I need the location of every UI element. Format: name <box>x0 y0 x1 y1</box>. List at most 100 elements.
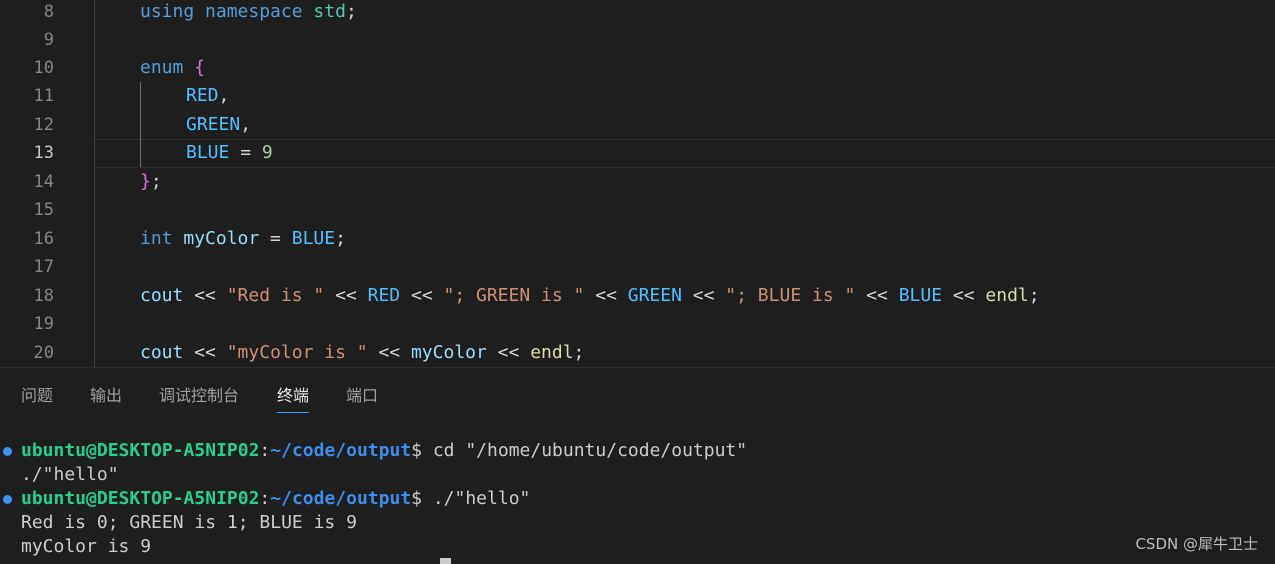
tab-output[interactable]: 输出 <box>90 386 122 406</box>
prompt-separator: : <box>259 440 271 461</box>
keyword-int: int <box>140 228 173 249</box>
code-text: using namespace std; <box>140 0 357 26</box>
identifier-endl: endl <box>530 342 574 363</box>
identifier-cout: cout <box>140 342 184 363</box>
line-number: 14 <box>33 172 54 192</box>
stream-operator: << <box>681 285 726 306</box>
command-text: cd "/home/ubuntu/code/output" <box>422 440 748 461</box>
stream-operator: << <box>324 285 368 306</box>
namespace-std: std <box>313 1 346 22</box>
code-text: RED, <box>186 82 229 110</box>
code-editor[interactable]: 8 using namespace std; 9 10 enum { 11 RE… <box>0 0 1275 367</box>
open-brace: { <box>194 57 206 78</box>
code-line-8[interactable]: 8 using namespace std; <box>0 0 1275 26</box>
enum-member-blue: BLUE <box>291 228 336 249</box>
terminal-command-continuation: ./"hello" <box>21 464 119 485</box>
variable-mycolor: myColor <box>183 228 260 249</box>
enum-member-red: RED <box>186 85 219 106</box>
code-text: cout << "myColor is " << myColor << endl… <box>140 339 584 367</box>
code-line-19[interactable]: 19 <box>0 310 1275 338</box>
code-text: cout << "Red is " << RED << "; GREEN is … <box>140 282 1040 310</box>
code-line-10[interactable]: 10 enum { <box>0 54 1275 82</box>
watermark: CSDN @犀牛卫士 <box>1135 535 1258 553</box>
tab-debug-console[interactable]: 调试控制台 <box>159 386 239 406</box>
panel-tab-bar: 问题 输出 调试控制台 终端 端口 <box>0 367 1275 418</box>
prompt-symbol: $ <box>411 440 422 461</box>
line-number: 12 <box>33 115 54 135</box>
close-brace: } <box>140 171 151 192</box>
comma: , <box>218 85 230 106</box>
code-line-11[interactable]: 11 RED, <box>0 82 1275 110</box>
command-text: ./"hello" <box>422 488 531 509</box>
terminal-cursor <box>440 558 451 564</box>
keyword-enum: enum <box>140 57 184 78</box>
semicolon: ; <box>573 342 585 363</box>
semicolon: ; <box>1028 285 1040 306</box>
identifier-endl: endl <box>985 285 1029 306</box>
prompt-user-host: ubuntu@DESKTOP-A5NIP02 <box>21 488 260 509</box>
line-number: 16 <box>33 229 54 249</box>
code-line-12[interactable]: 12 GREEN, <box>0 111 1275 139</box>
code-text: enum { <box>140 54 205 82</box>
assign-operator: = <box>229 142 262 163</box>
enum-member-green: GREEN <box>186 114 241 135</box>
prompt-path: ~/code/output <box>270 440 412 461</box>
string-literal: "; GREEN is " <box>443 285 585 306</box>
semicolon: ; <box>345 1 357 22</box>
enum-member-blue: BLUE <box>898 285 943 306</box>
code-text: BLUE = 9 <box>186 139 273 167</box>
code-line-14[interactable]: 14 }; <box>0 168 1275 196</box>
string-literal: "Red is " <box>226 285 325 306</box>
terminal-output-line: myColor is 9 <box>21 536 152 557</box>
stream-operator: << <box>183 342 227 363</box>
identifier-cout: cout <box>140 285 184 306</box>
terminal-command-line: ubuntu@DESKTOP-A5NIP02:~/code/output$ cd… <box>21 439 747 463</box>
prompt-path: ~/code/output <box>270 488 412 509</box>
line-number: 8 <box>43 2 54 22</box>
line-number: 15 <box>33 200 54 220</box>
comma: , <box>240 114 252 135</box>
number-literal: 9 <box>261 142 273 163</box>
code-line-18[interactable]: 18 cout << "Red is " << RED << "; GREEN … <box>0 282 1275 310</box>
prompt-user-host: ubuntu@DESKTOP-A5NIP02 <box>21 440 260 461</box>
line-number-active: 13 <box>33 143 54 163</box>
semicolon: ; <box>335 228 346 249</box>
line-number: 17 <box>33 257 54 277</box>
stream-operator: << <box>855 285 899 306</box>
stream-operator: << <box>942 285 986 306</box>
variable-mycolor: myColor <box>410 342 487 363</box>
enum-member-green: GREEN <box>627 285 682 306</box>
stream-operator: << <box>367 342 411 363</box>
code-line-15[interactable]: 15 <box>0 196 1275 224</box>
enum-member-red: RED <box>367 285 401 306</box>
code-line-17[interactable]: 17 <box>0 253 1275 281</box>
code-line-16[interactable]: 16 int myColor = BLUE; <box>0 225 1275 253</box>
line-number: 20 <box>33 343 54 363</box>
line-number: 9 <box>43 30 54 50</box>
prompt-separator: : <box>259 488 271 509</box>
code-line-20[interactable]: 20 cout << "myColor is " << myColor << e… <box>0 339 1275 367</box>
code-line-9[interactable]: 9 <box>0 26 1275 54</box>
keyword-using: using <box>140 1 195 22</box>
tab-problems[interactable]: 问题 <box>21 386 53 406</box>
terminal-command-line: ubuntu@DESKTOP-A5NIP02:~/code/output$ ./… <box>21 487 530 511</box>
terminal[interactable]: ubuntu@DESKTOP-A5NIP02:~/code/output$ cd… <box>0 417 1275 564</box>
command-success-dot[interactable] <box>3 447 12 456</box>
tab-ports[interactable]: 端口 <box>346 386 378 406</box>
line-number: 18 <box>33 286 54 306</box>
stream-operator: << <box>584 285 628 306</box>
line-number: 10 <box>33 58 54 78</box>
tab-terminal[interactable]: 终端 <box>277 386 310 413</box>
command-success-dot[interactable] <box>3 495 12 504</box>
assign-operator: = <box>259 228 292 249</box>
stream-operator: << <box>486 342 531 363</box>
string-literal: "myColor is " <box>226 342 368 363</box>
string-literal: "; BLUE is " <box>725 285 856 306</box>
stream-operator: << <box>183 285 227 306</box>
line-number: 19 <box>33 314 54 334</box>
code-line-13[interactable]: 13 BLUE = 9 <box>0 139 1275 167</box>
line-number: 11 <box>33 86 54 106</box>
prompt-symbol: $ <box>411 488 422 509</box>
keyword-namespace: namespace <box>205 1 303 22</box>
code-text: }; <box>140 168 162 196</box>
